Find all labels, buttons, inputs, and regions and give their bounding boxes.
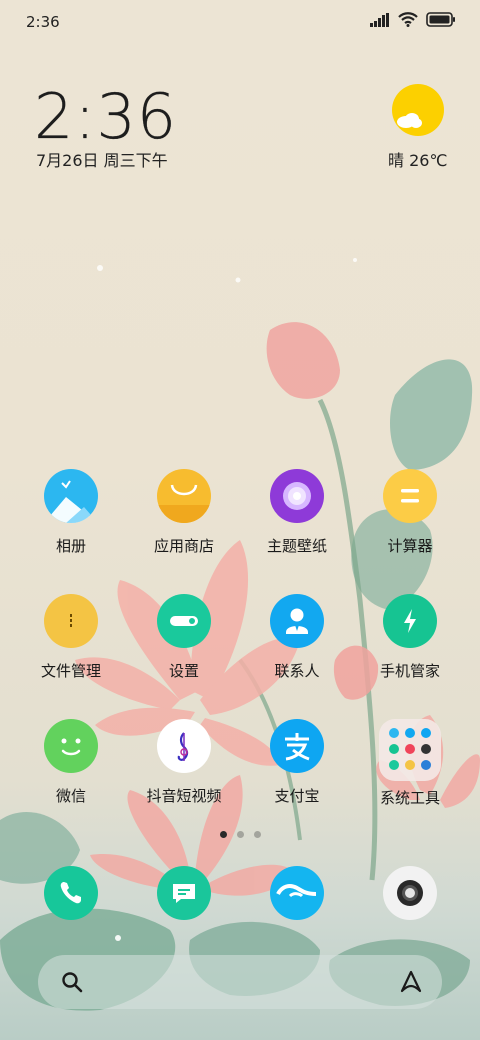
status-time: 2:36	[26, 13, 60, 31]
message-icon[interactable]	[157, 866, 211, 920]
browser-icon[interactable]	[270, 866, 324, 920]
page-dot[interactable]	[219, 831, 227, 838]
app-gallery[interactable]: 相册	[11, 469, 131, 556]
page-indicator	[0, 831, 480, 838]
app-label: 系统工具	[379, 789, 440, 807]
app-file-manager[interactable]: 文件管理	[11, 594, 131, 681]
app-label: 微信	[55, 787, 86, 805]
wifi-icon	[398, 12, 418, 31]
gallery-icon[interactable]	[44, 469, 98, 523]
file-manager-icon[interactable]	[44, 594, 98, 648]
app-app-store[interactable]: 应用商店	[124, 469, 244, 556]
app-store-icon[interactable]	[157, 469, 211, 523]
status-icons	[370, 12, 456, 31]
app-label: 文件管理	[40, 662, 101, 680]
contacts-icon[interactable]	[270, 594, 324, 648]
page-dot[interactable]	[236, 831, 244, 838]
search-bar[interactable]	[38, 955, 442, 1009]
app-label: 抖音短视频	[146, 787, 222, 805]
calculator-icon[interactable]	[383, 469, 437, 523]
theme-icon[interactable]	[270, 469, 324, 523]
search-icon[interactable]	[60, 970, 84, 998]
alipay-icon[interactable]	[270, 719, 324, 773]
app-label: 手机管家	[379, 662, 440, 680]
page-dot[interactable]	[253, 831, 261, 838]
sun-cloud-icon[interactable]	[392, 84, 444, 136]
app-label: 主题壁纸	[266, 537, 327, 555]
app-alipay[interactable]: 支付宝	[237, 719, 357, 806]
app-settings[interactable]: 设置	[124, 594, 244, 681]
app-label: 支付宝	[274, 787, 320, 805]
app-contacts[interactable]: 联系人	[237, 594, 357, 681]
security-icon[interactable]	[383, 594, 437, 648]
app-label: 相册	[55, 537, 86, 555]
weather-text: 晴 26℃	[388, 151, 448, 170]
assistant-icon[interactable]	[398, 969, 424, 999]
app-theme[interactable]: 主题壁纸	[237, 469, 357, 556]
app-folder-system-tools[interactable]: 系统工具	[350, 719, 470, 808]
settings-icon[interactable]	[157, 594, 211, 648]
app-calculator[interactable]: 计算器	[350, 469, 470, 556]
app-label: 计算器	[387, 537, 433, 555]
signal-icon	[370, 12, 390, 31]
app-douyin[interactable]: 抖音短视频	[124, 719, 244, 806]
app-label: 应用商店	[153, 537, 214, 555]
douyin-icon[interactable]	[157, 719, 211, 773]
clock-time[interactable]: 2:36	[34, 80, 177, 153]
app-wechat[interactable]: 微信	[11, 719, 131, 806]
app-label: 联系人	[274, 662, 320, 680]
folder-icon[interactable]	[379, 719, 441, 781]
app-label: 设置	[168, 662, 199, 680]
status-bar: 2:36	[0, 0, 480, 44]
battery-icon	[426, 12, 456, 31]
app-security[interactable]: 手机管家	[350, 594, 470, 681]
camera-icon[interactable]	[383, 866, 437, 920]
wechat-icon[interactable]	[44, 719, 98, 773]
clock-date: 7月26日 周三下午	[36, 151, 168, 170]
phone-icon[interactable]	[44, 866, 98, 920]
